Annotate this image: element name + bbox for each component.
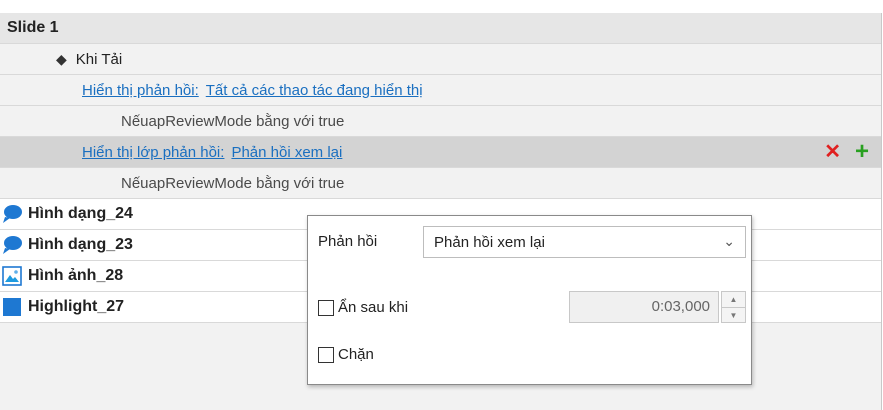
object-label: Hình dạng_24 (28, 205, 133, 222)
speech-bubble-icon (3, 236, 22, 254)
event-row[interactable]: ◆ Khi Tải (0, 44, 881, 75)
diamond-icon: ◆ (56, 50, 67, 67)
action-row-show-feedback-layer[interactable]: Hiển thị lớp phản hồi: Phản hồi xem lại … (0, 137, 881, 168)
time-spinner: ▲ ▼ (721, 291, 746, 323)
condition-row[interactable]: NếuapReviewMode bằng với true (0, 106, 881, 137)
action-value-link[interactable]: Phản hồi xem lại (231, 144, 342, 161)
feedback-select[interactable]: Phản hồi xem lại ⌄ (423, 226, 746, 258)
action-value-link[interactable]: Tất cả các thao tác đang hiển thị (206, 82, 423, 99)
condition-text: NếuapReviewMode bằng với true (121, 112, 345, 130)
add-icon[interactable]: + (855, 140, 869, 164)
action-link-show-feedback[interactable]: Hiển thị phản hồi: (82, 82, 199, 99)
picture-icon (2, 266, 22, 286)
block-label: Chặn (338, 346, 374, 363)
object-label: Hình dạng_23 (28, 236, 133, 253)
spin-down-icon[interactable]: ▼ (722, 308, 745, 323)
action-link-show-feedback-layer[interactable]: Hiển thị lớp phản hồi: (82, 144, 224, 161)
speech-bubble-icon (3, 205, 22, 223)
hide-after-checkbox[interactable] (318, 300, 334, 316)
object-label: Highlight_27 (28, 298, 125, 315)
hide-after-label: Ẩn sau khi (338, 299, 409, 316)
slide-label: Slide 1 (7, 19, 59, 36)
feedback-popup: Phản hồi Phản hồi xem lại ⌄ Ẩn sau khi 0… (307, 215, 752, 385)
action-row-show-feedback[interactable]: Hiển thị phản hồi: Tất cả các thao tác đ… (0, 75, 881, 106)
chevron-down-icon: ⌄ (723, 233, 735, 249)
block-checkbox[interactable] (318, 347, 334, 363)
object-label: Hình ảnh_28 (28, 267, 124, 284)
spin-up-icon[interactable]: ▲ (722, 292, 745, 308)
row-actions: ✕ + (824, 140, 869, 164)
condition-row[interactable]: NếuapReviewMode bằng với true (0, 168, 881, 199)
event-label: Khi Tải (75, 50, 123, 68)
delete-icon[interactable]: ✕ (824, 142, 841, 162)
blue-square-icon (3, 298, 21, 316)
feedback-select-value: Phản hồi xem lại (434, 233, 545, 251)
condition-text: NếuapReviewMode bằng với true (121, 174, 345, 192)
hide-after-time-input[interactable]: 0:03,000 (569, 291, 719, 323)
feedback-label: Phản hồi (318, 233, 378, 250)
slide-row[interactable]: Slide 1 (0, 13, 881, 44)
